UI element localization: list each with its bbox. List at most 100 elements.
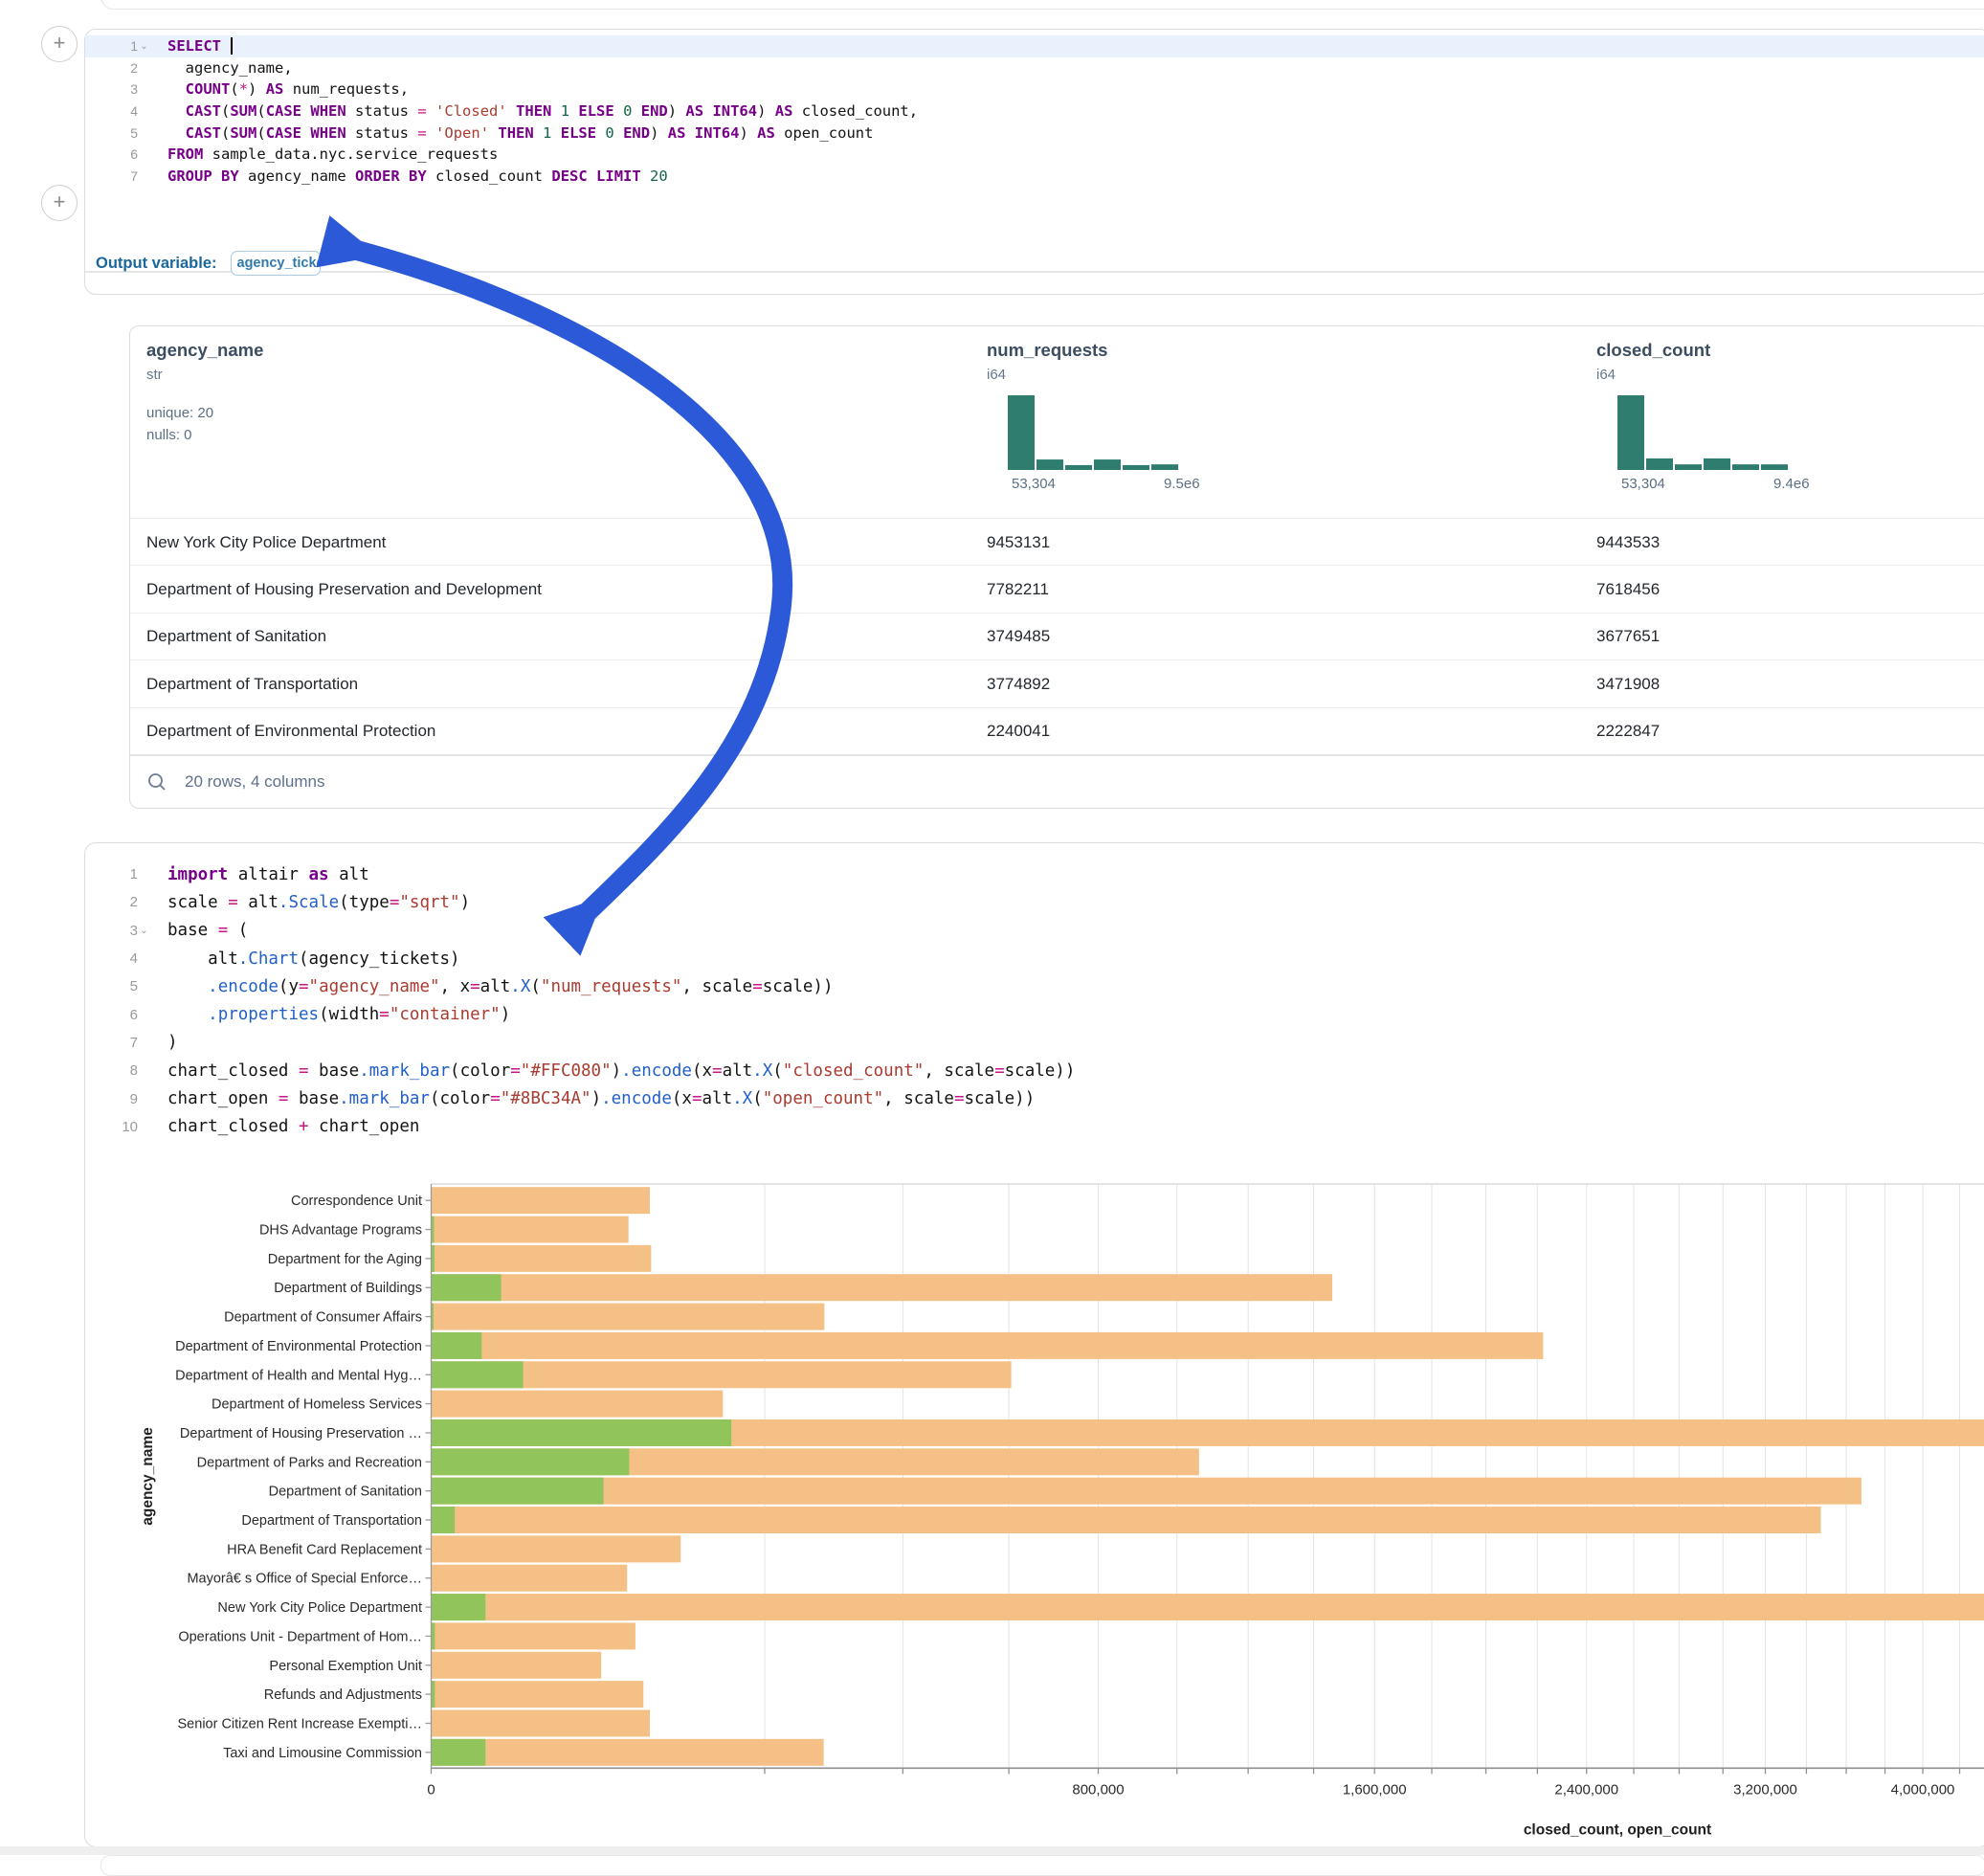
x-axis-tick-label: 1,600,000 bbox=[1343, 1781, 1407, 1798]
column-stat: nulls: 0 bbox=[146, 424, 491, 446]
code-line[interactable]: 3⌄base = ( bbox=[85, 917, 1984, 945]
sql-editor[interactable]: 1⌄SELECT 2 agency_name,3 COUNT(*) AS num… bbox=[85, 35, 1984, 187]
code-text: FROM sample_data.nyc.service_requests bbox=[156, 145, 498, 163]
table-row[interactable]: Department of Sanitation37494853677651 bbox=[130, 613, 1984, 660]
bar-closed[interactable] bbox=[432, 1565, 628, 1592]
code-line[interactable]: 1⌄SELECT bbox=[85, 35, 1984, 57]
y-axis-title: agency_name bbox=[140, 1427, 156, 1526]
code-line[interactable]: 5 .encode(y="agency_name", x=alt.X("num_… bbox=[85, 972, 1984, 1000]
column-header[interactable]: closed_count i64 53,304 9.4e6 bbox=[1596, 340, 1941, 383]
histogram-min: 53,304 bbox=[1621, 476, 1665, 492]
code-line[interactable]: 10chart_closed + chart_open bbox=[85, 1113, 1984, 1141]
table-cell: 3471908 bbox=[1596, 660, 1660, 707]
dataframe-preview: agency_name strunique: 20nulls: 0 num_req… bbox=[129, 325, 1984, 809]
bar-closed[interactable] bbox=[432, 1332, 1544, 1359]
bar-open[interactable] bbox=[432, 1274, 502, 1301]
column-name: agency_name bbox=[146, 340, 491, 361]
bar-open[interactable] bbox=[432, 1507, 456, 1533]
code-text: chart_closed = base.mark_bar(color="#FFC… bbox=[156, 1061, 1075, 1081]
output-variable-tag[interactable]: agency_tickets bbox=[231, 251, 321, 276]
y-axis-category-label: Refunds and Adjustments bbox=[264, 1687, 422, 1703]
fold-chevron-icon[interactable]: ⌄ bbox=[138, 41, 150, 52]
code-line[interactable]: 3 COUNT(*) AS num_requests, bbox=[85, 78, 1984, 100]
y-axis-category-label: Mayorâ€ s Office of Special Enforce… bbox=[187, 1572, 422, 1587]
line-number: 4 bbox=[85, 103, 156, 119]
table-cell: 2240041 bbox=[987, 708, 1050, 755]
line-number: 1 bbox=[85, 866, 156, 882]
line-number: 2 bbox=[85, 60, 156, 76]
code-text: base = ( bbox=[156, 921, 248, 940]
bar-closed[interactable] bbox=[432, 1245, 652, 1272]
code-line[interactable]: 9chart_open = base.mark_bar(color="#8BC3… bbox=[85, 1084, 1984, 1112]
x-axis-tick-label: 0 bbox=[427, 1781, 435, 1798]
search-icon[interactable] bbox=[146, 771, 167, 793]
table-cell: 7782211 bbox=[987, 566, 1049, 613]
bar-open[interactable] bbox=[432, 1361, 524, 1388]
line-number: 3 bbox=[85, 81, 156, 97]
y-axis-category-label: HRA Benefit Card Replacement bbox=[227, 1542, 422, 1557]
python-cell: 1import altair as alt2scale = alt.Scale(… bbox=[84, 842, 1984, 1847]
code-line[interactable]: 6FROM sample_data.nyc.service_requests bbox=[85, 144, 1984, 166]
code-line[interactable]: 7GROUP BY agency_name ORDER BY closed_co… bbox=[85, 166, 1984, 188]
add-cell-button[interactable]: + bbox=[41, 26, 78, 62]
code-line[interactable]: 4 alt.Chart(agency_tickets) bbox=[85, 945, 1984, 972]
histogram-max: 9.5e6 bbox=[1164, 476, 1200, 492]
bar-closed[interactable] bbox=[432, 1652, 602, 1679]
table-cell: 9453131 bbox=[987, 519, 1050, 566]
bar-closed[interactable] bbox=[432, 1739, 824, 1766]
bar-closed[interactable] bbox=[432, 1478, 1861, 1505]
y-axis-category-label: Department for the Aging bbox=[268, 1252, 422, 1267]
table-cell: 3774892 bbox=[987, 660, 1050, 707]
previous-cell-edge bbox=[100, 0, 1984, 10]
bar-closed[interactable] bbox=[432, 1535, 681, 1562]
altair-bar-chart: Correspondence UnitDHS Advantage Program… bbox=[85, 1148, 1984, 1846]
add-cell-button[interactable]: + bbox=[41, 185, 78, 221]
bar-closed[interactable] bbox=[432, 1594, 1984, 1620]
code-text: GROUP BY agency_name ORDER BY closed_cou… bbox=[156, 168, 668, 185]
bar-closed[interactable] bbox=[432, 1622, 635, 1649]
bar-open[interactable] bbox=[432, 1332, 482, 1359]
code-line[interactable]: 4 CAST(SUM(CASE WHEN status = 'Closed' T… bbox=[85, 100, 1984, 123]
code-line[interactable]: 7) bbox=[85, 1029, 1984, 1057]
table-row[interactable]: New York City Police Department945313194… bbox=[130, 518, 1984, 566]
column-name: num_requests bbox=[987, 340, 1331, 361]
bar-closed[interactable] bbox=[432, 1681, 644, 1708]
line-number: 5 bbox=[85, 125, 156, 141]
bar-closed[interactable] bbox=[432, 1391, 724, 1418]
code-line[interactable]: 1import altair as alt bbox=[85, 860, 1984, 888]
bar-open[interactable] bbox=[432, 1739, 486, 1766]
table-cell: Department of Sanitation bbox=[146, 614, 326, 660]
bar-open[interactable] bbox=[432, 1594, 486, 1620]
code-line[interactable]: 8chart_closed = base.mark_bar(color="#FF… bbox=[85, 1057, 1984, 1084]
table-row[interactable]: Department of Housing Preservation and D… bbox=[130, 565, 1984, 613]
code-line[interactable]: 5 CAST(SUM(CASE WHEN status = 'Open' THE… bbox=[85, 122, 1984, 144]
bar-closed[interactable] bbox=[432, 1274, 1333, 1301]
table-row[interactable]: Department of Transportation 3774892 34719… bbox=[130, 659, 1984, 707]
bar-closed[interactable] bbox=[432, 1187, 651, 1214]
line-number: 4 bbox=[85, 950, 156, 967]
python-editor[interactable]: 1import altair as alt2scale = alt.Scale(… bbox=[85, 860, 1984, 1141]
bar-open[interactable] bbox=[432, 1478, 604, 1505]
table-row[interactable]: Department of Environmental Protection22… bbox=[130, 707, 1984, 755]
code-text: scale = alt.Scale(type="sqrt") bbox=[156, 893, 470, 912]
y-axis-category-label: Department of Homeless Services bbox=[212, 1397, 422, 1413]
table-cell: Department of Transportation bbox=[146, 660, 358, 707]
table-row-count: 20 rows, 4 columns bbox=[185, 772, 324, 792]
column-header[interactable]: agency_name strunique: 20nulls: 0 bbox=[146, 340, 491, 446]
bar-closed[interactable] bbox=[432, 1304, 825, 1330]
column-type: i64 bbox=[987, 367, 1331, 383]
bar-closed[interactable] bbox=[432, 1507, 1821, 1533]
table-cell: Department of Housing Preservation and D… bbox=[146, 566, 542, 613]
column-header[interactable]: num_requests i64 53,304 9.5e6 bbox=[987, 340, 1331, 383]
bar-closed[interactable] bbox=[432, 1217, 629, 1243]
code-line[interactable]: 2 agency_name, bbox=[85, 57, 1984, 79]
cell-divider bbox=[85, 271, 1984, 273]
bar-open[interactable] bbox=[432, 1419, 732, 1446]
bar-open[interactable] bbox=[432, 1448, 630, 1475]
x-axis-tick-label: 800,000 bbox=[1072, 1781, 1124, 1798]
bar-closed[interactable] bbox=[432, 1709, 651, 1736]
fold-chevron-icon[interactable]: ⌄ bbox=[138, 926, 150, 936]
line-number: 7 bbox=[85, 1035, 156, 1051]
code-line[interactable]: 6 .properties(width="container") bbox=[85, 1000, 1984, 1028]
code-line[interactable]: 2scale = alt.Scale(type="sqrt") bbox=[85, 888, 1984, 916]
